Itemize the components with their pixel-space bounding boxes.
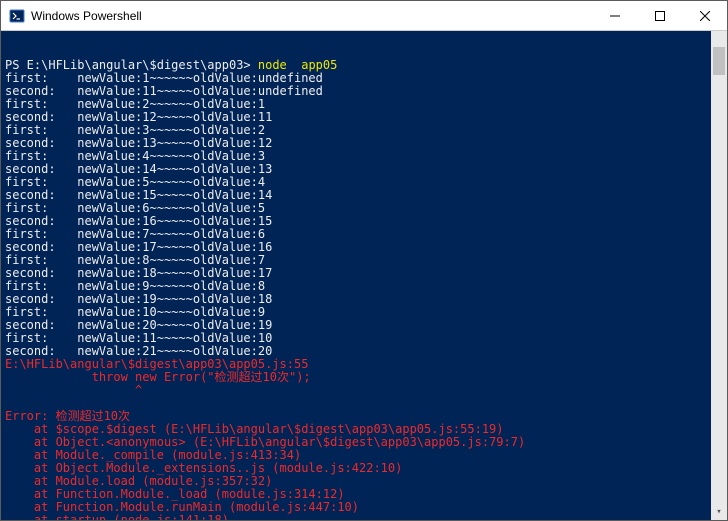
terminal-text: PS E:\HFLib\angular\$digest\app03> node … — [5, 59, 723, 520]
minimize-button[interactable] — [592, 1, 637, 30]
powershell-icon — [9, 8, 25, 24]
command-text: node app05 — [258, 58, 337, 72]
scrollbar[interactable]: ▴ ▾ — [711, 31, 727, 520]
powershell-window: Windows Powershell PS E:\HFLib\angular\$… — [0, 0, 728, 521]
titlebar[interactable]: Windows Powershell — [1, 1, 727, 31]
terminal-line: ^ — [5, 384, 723, 397]
window-controls — [592, 1, 727, 30]
scroll-down-icon[interactable]: ▾ — [711, 504, 727, 520]
terminal-output[interactable]: PS E:\HFLib\angular\$digest\app03> node … — [1, 31, 727, 520]
maximize-button[interactable] — [637, 1, 682, 30]
window-title: Windows Powershell — [31, 9, 592, 23]
close-button[interactable] — [682, 1, 727, 30]
terminal-line: at startup (node.js:141:18) — [5, 514, 723, 520]
scroll-thumb[interactable] — [713, 47, 725, 75]
